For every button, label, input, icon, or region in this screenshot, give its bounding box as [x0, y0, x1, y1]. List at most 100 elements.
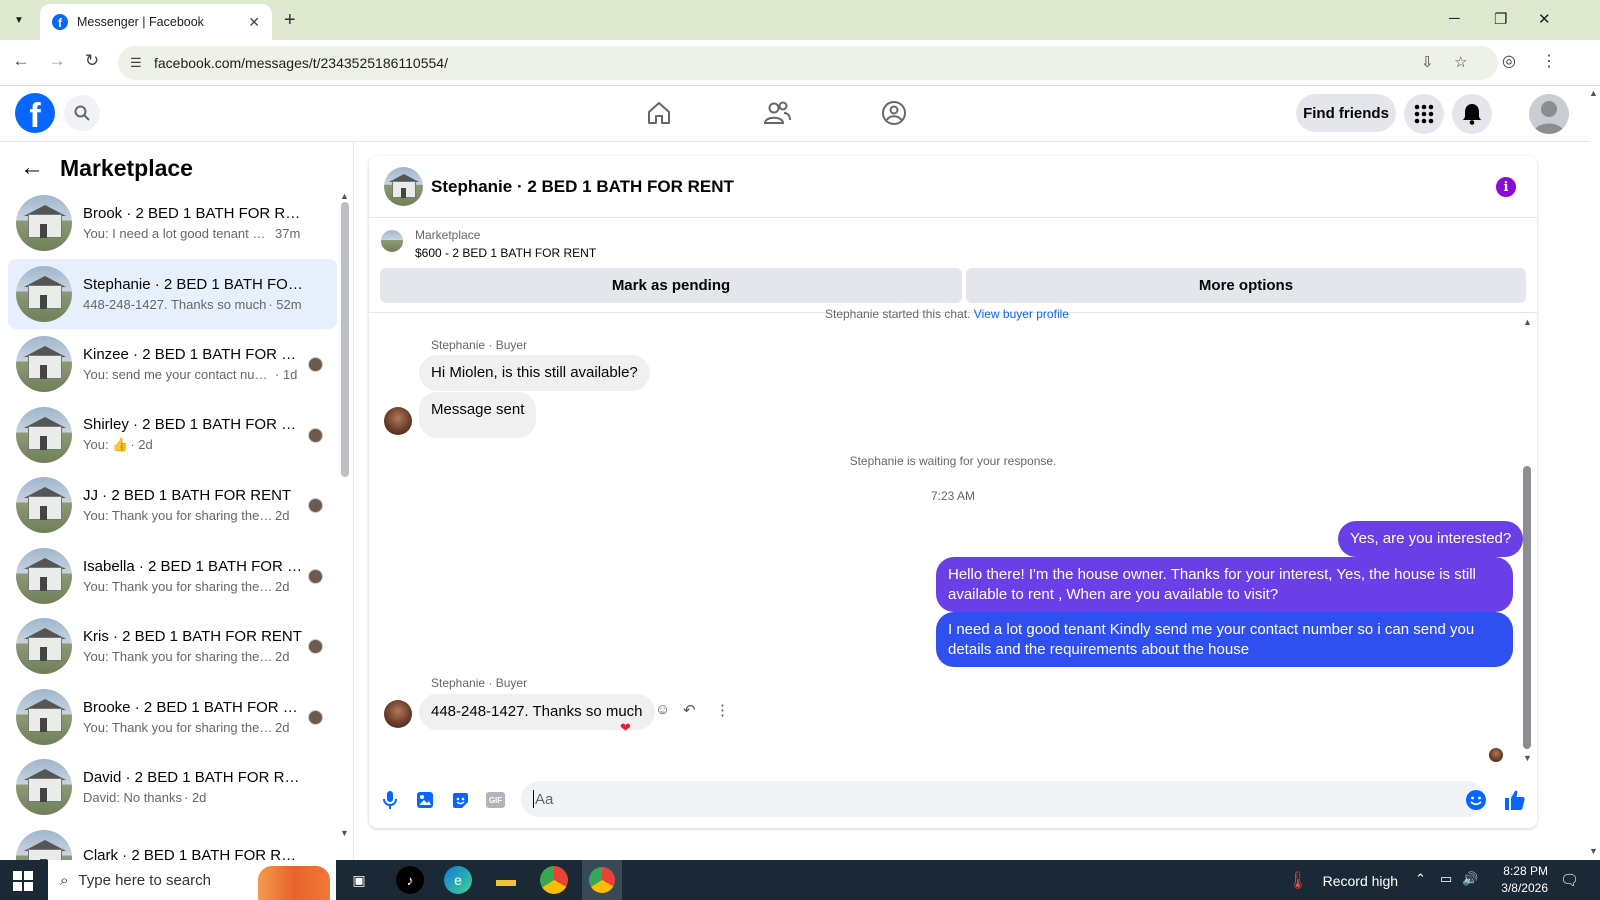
taskbar-search-box[interactable]: ⌕ Type here to search — [48, 860, 336, 900]
heart-reaction-icon[interactable]: ❤ — [620, 720, 631, 736]
listing-thumbnail — [16, 195, 72, 251]
notification-center-icon[interactable]: 🗨 — [1560, 871, 1579, 889]
tiktok-icon[interactable]: ♪ — [396, 866, 424, 894]
conversation-time: 2d — [275, 578, 290, 594]
conversation-title: Stephanie · 2 BED 1 BATH FOR R... — [83, 275, 305, 293]
conversation-snippet: You: Thank you for sharing the s... — [83, 649, 273, 664]
close-tab-icon[interactable]: ✕ — [248, 14, 260, 31]
conversation-item[interactable]: Kinzee · 2 BED 1 BATH FOR RE... You: send… — [8, 329, 337, 399]
profile-icon[interactable]: ◎ — [1502, 51, 1516, 71]
conversation-time: 2d — [275, 508, 290, 523]
groups-icon[interactable] — [874, 98, 914, 128]
friends-icon[interactable] — [757, 98, 797, 128]
conversation-snippet: You: send me your contact num... — [83, 367, 273, 382]
meet-now-icon[interactable]: ▭ — [1440, 871, 1452, 887]
sticker-icon[interactable] — [449, 789, 471, 811]
mark-as-pending-button[interactable]: Mark as pending — [380, 268, 962, 303]
conversation-item[interactable]: JJ · 2 BED 1 BATH FOR RENT You: Thank you… — [8, 470, 337, 540]
microphone-icon[interactable] — [379, 789, 401, 811]
conversation-item[interactable]: Clark · 2 BED 1 BATH FOR RENT — [8, 823, 337, 860]
volume-icon[interactable]: 🔊 — [1462, 871, 1478, 887]
home-icon[interactable] — [639, 98, 679, 128]
install-app-icon[interactable]: ⇩ — [1421, 53, 1434, 71]
more-actions-icon[interactable]: ⋮ — [715, 701, 730, 719]
conversation-item[interactable]: Stephanie · 2 BED 1 BATH FOR R... 448-248… — [8, 258, 337, 329]
page-scroll-down-icon[interactable]: ▼ — [1589, 846, 1598, 856]
system-clock[interactable]: 8:28 PM 3/8/2026 — [1478, 863, 1548, 897]
account-avatar[interactable] — [1529, 94, 1569, 134]
file-explorer-icon[interactable]: ▬ — [492, 866, 520, 894]
scroll-up-arrow-icon[interactable]: ▲ — [340, 191, 349, 201]
conversation-item[interactable]: Brooke · 2 BED 1 BATH FOR R... You: Thank… — [8, 682, 337, 752]
bookmark-star-icon[interactable]: ☆ — [1454, 53, 1467, 71]
seen-avatar — [308, 639, 323, 654]
conversation-list-scrollbar[interactable] — [341, 202, 349, 477]
listing-thumbnail[interactable] — [384, 167, 423, 206]
reply-icon[interactable]: ↶ — [683, 701, 696, 719]
seen-avatar — [308, 498, 323, 513]
stephanie-avatar[interactable] — [384, 700, 412, 728]
view-buyer-profile-link[interactable]: View buyer profile — [974, 307, 1069, 321]
conversation-title: David · 2 BED 1 BATH FOR RENT — [83, 769, 305, 786]
thumbs-up-icon[interactable] — [1504, 789, 1526, 811]
site-info-icon[interactable]: ☰ — [130, 55, 142, 71]
chrome-menu-icon[interactable]: ⋮ — [1541, 51, 1557, 71]
back-arrow-icon[interactable]: ← — [20, 154, 44, 182]
stephanie-avatar[interactable] — [384, 407, 412, 435]
page-scroll-up-icon[interactable]: ▲ — [1589, 88, 1598, 98]
search-highlight-illustration — [258, 866, 330, 900]
windows-start-icon[interactable] — [13, 871, 33, 891]
chat-title[interactable]: Stephanie · 2 BED 1 BATH FOR RENT — [431, 177, 734, 197]
conversation-item[interactable]: Shirley · 2 BED 1 BATH FOR RE... You: 👍 · … — [8, 400, 337, 470]
conversation-item[interactable]: Isabella · 2 BED 1 BATH FOR R... You: Tha… — [8, 541, 337, 611]
minimize-icon[interactable]: ─ — [1449, 10, 1460, 27]
conversation-list-pane: ← Marketplace Brook · 2 BED 1 BATH FOR R… — [0, 142, 354, 860]
chat-scrollbar[interactable] — [1523, 466, 1531, 749]
back-icon[interactable]: ← — [10, 51, 32, 71]
listing-small-thumbnail[interactable] — [381, 230, 403, 252]
restore-icon[interactable]: ❐ — [1494, 10, 1507, 28]
conversation-snippet: You: 👍 — [83, 437, 129, 452]
edge-icon[interactable]: e — [444, 866, 472, 894]
address-bar[interactable]: ☰ facebook.com/messages/t/23435251861105… — [118, 46, 1498, 80]
more-options-button[interactable]: More options — [966, 268, 1526, 303]
weather-widget[interactable]: 🌡 Record high — [1287, 871, 1398, 891]
browser-tab[interactable]: f Messenger | Facebook ✕ — [40, 4, 272, 40]
conversation-item[interactable]: David · 2 BED 1 BATH FOR RENT David: No t… — [8, 752, 337, 822]
tab-search-chevron-icon[interactable]: ▼ — [6, 7, 32, 33]
facebook-logo-icon[interactable]: f — [15, 93, 55, 133]
chat-header: Stephanie · 2 BED 1 BATH FOR RENT i — [369, 156, 1537, 218]
chat-scroll-up-icon[interactable]: ▲ — [1523, 317, 1532, 327]
task-view-icon[interactable]: ▣ — [345, 866, 373, 894]
gif-icon[interactable]: GIF — [486, 792, 505, 808]
notifications-bell-icon[interactable] — [1452, 94, 1492, 134]
conversation-item[interactable]: Brook · 2 BED 1 BATH FOR RENT You: I need… — [8, 188, 337, 258]
reload-icon[interactable]: ↻ — [81, 51, 103, 71]
info-icon[interactable]: i — [1496, 177, 1516, 197]
find-friends-button[interactable]: Find friends — [1296, 94, 1396, 132]
chrome-active-icon[interactable] — [582, 860, 622, 900]
outgoing-message[interactable]: Yes, are you interested? — [1338, 521, 1524, 557]
tray-chevron-icon[interactable]: ⌃ — [1415, 871, 1426, 887]
outgoing-message[interactable]: Hello there! I'm the house owner. Thanks… — [936, 557, 1513, 612]
listing-price-title[interactable]: $600 - 2 BED 1 BATH FOR RENT — [415, 246, 596, 260]
chat-pane: Stephanie · 2 BED 1 BATH FOR RENT i Mark… — [369, 156, 1537, 828]
chrome-icon[interactable] — [540, 866, 568, 894]
incoming-message[interactable]: Hi Miolen, is this still available? — [419, 355, 650, 391]
emoji-icon[interactable] — [1465, 789, 1487, 811]
menu-grid-icon[interactable] — [1404, 94, 1444, 134]
marketplace-title: Marketplace — [60, 154, 193, 181]
react-smiley-icon[interactable]: ☺ — [655, 701, 670, 718]
outgoing-message[interactable]: I need a lot good tenant Kindly send me … — [936, 612, 1513, 667]
conversation-item[interactable]: Kris · 2 BED 1 BATH FOR RENT You: Thank y… — [8, 611, 337, 681]
close-window-icon[interactable]: ✕ — [1538, 10, 1551, 28]
scroll-down-arrow-icon[interactable]: ▼ — [340, 828, 349, 838]
incoming-message[interactable]: Message sent — [419, 392, 537, 438]
search-icon[interactable] — [64, 95, 100, 131]
forward-icon[interactable]: → — [46, 51, 68, 71]
message-input[interactable]: Aa — [521, 781, 1485, 817]
chat-scroll-down-icon[interactable]: ▼ — [1523, 753, 1532, 763]
new-tab-icon[interactable]: + — [284, 10, 296, 30]
seen-avatar — [308, 568, 323, 584]
photo-icon[interactable] — [414, 789, 436, 811]
